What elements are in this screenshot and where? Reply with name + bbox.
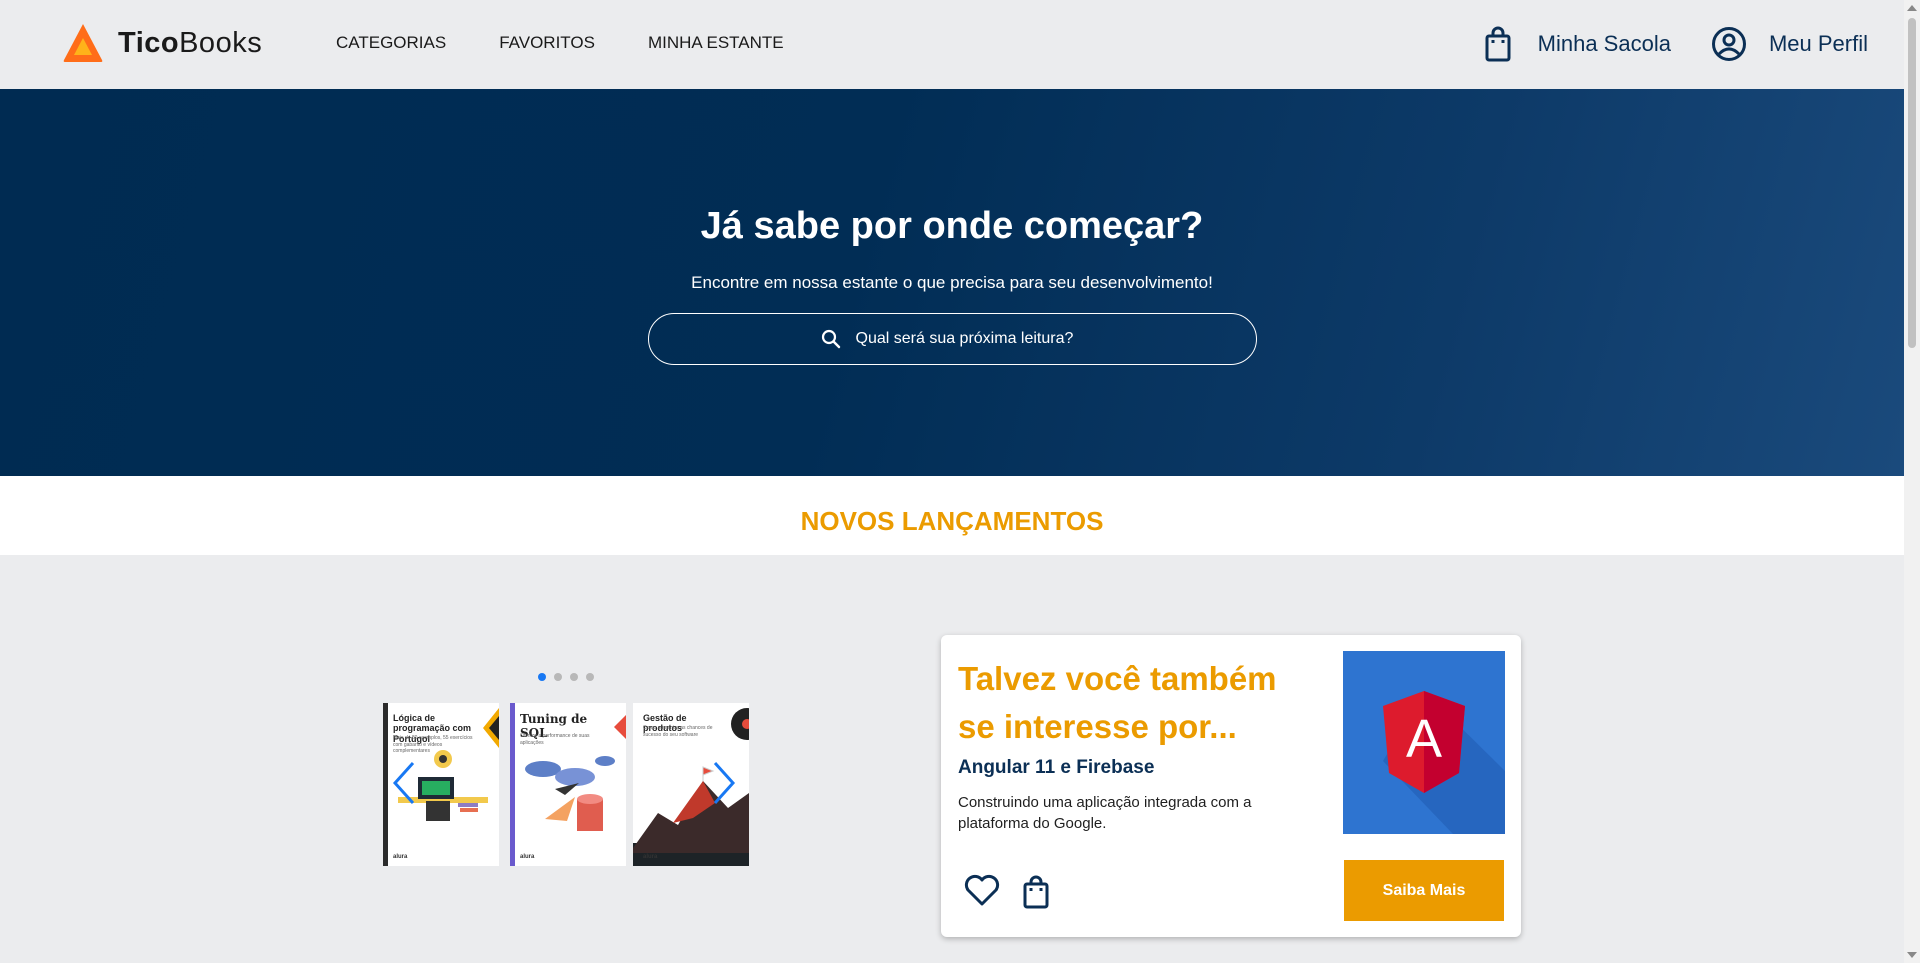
book-corner-decoration-icon xyxy=(483,708,499,748)
search-box[interactable] xyxy=(648,313,1257,365)
shopping-bag-icon xyxy=(1485,26,1511,62)
bag-label: Minha Sacola xyxy=(1537,31,1671,56)
book-corner-decoration-icon xyxy=(614,715,626,739)
book-publisher: alura xyxy=(520,854,535,860)
releases-band: NOVOS LANÇAMENTOS xyxy=(0,476,1904,555)
book-cover-tuning-sql[interactable]: Tuning de SQL Otimize a performance de s… xyxy=(510,703,626,866)
carousel-next-arrow-icon[interactable] xyxy=(711,760,737,806)
triangle-logo-icon xyxy=(63,24,103,62)
book-carousel: Lógica de programação com Portugol Mais … xyxy=(383,703,749,866)
hero-title: Já sabe por onde começar? xyxy=(700,205,1204,247)
book-subtitle: Otimize a performance de suas aplicações xyxy=(520,733,590,746)
angular-logo-letter: A xyxy=(1405,709,1443,769)
database-clouds-illustration-icon xyxy=(525,756,615,831)
nav-item-minha-estante[interactable]: MINHA ESTANTE xyxy=(648,33,784,53)
book-subtitle: Como aumentar as chances de sucesso do s… xyxy=(643,725,713,738)
carousel-dots xyxy=(538,673,594,681)
carousel-prev-arrow-icon[interactable] xyxy=(391,760,417,806)
bag-link[interactable]: Minha Sacola xyxy=(1478,24,1671,64)
vinyl-record-icon xyxy=(731,708,749,740)
suggestion-description: Construindo uma aplicação integrada com … xyxy=(958,794,1252,832)
book-publisher: alura xyxy=(393,854,408,860)
header: TicoBooks CATEGORIAS FAVORITOS MINHA EST… xyxy=(0,0,1904,89)
brand-name-rest: Books xyxy=(179,26,263,59)
suggestion-book-title: Angular 11 e Firebase xyxy=(958,757,1155,778)
angular-book-cover[interactable]: A xyxy=(1343,651,1505,834)
main-nav: CATEGORIAS FAVORITOS MINHA ESTANTE xyxy=(336,33,784,53)
carousel-dot-3[interactable] xyxy=(570,673,578,681)
brand-name-bold: Tico xyxy=(118,26,180,59)
book-publisher: alura xyxy=(643,854,658,860)
suggestion-heading: Talvez você também se interesse por... xyxy=(958,660,1277,745)
saiba-mais-button[interactable]: Saiba Mais xyxy=(1344,860,1504,921)
add-to-bag-icon[interactable] xyxy=(1021,875,1051,909)
carousel-dot-1[interactable] xyxy=(538,673,546,681)
search-input[interactable] xyxy=(855,330,1086,348)
page-scrollbar[interactable] xyxy=(1904,0,1920,963)
hero-banner: Já sabe por onde começar? Encontre em no… xyxy=(0,89,1904,476)
nav-item-categorias[interactable]: CATEGORIAS xyxy=(336,33,446,53)
profile-link[interactable]: Meu Perfil xyxy=(1709,24,1868,64)
releases-title: NOVOS LANÇAMENTOS xyxy=(800,506,1104,536)
carousel-dot-4[interactable] xyxy=(586,673,594,681)
nav-item-favoritos[interactable]: FAVORITOS xyxy=(499,33,595,53)
search-icon xyxy=(821,329,840,349)
logo[interactable]: TicoBooks xyxy=(62,22,262,64)
profile-label: Meu Perfil xyxy=(1768,31,1868,56)
user-circle-icon xyxy=(1711,27,1746,61)
scroll-down-arrow-icon[interactable] xyxy=(1907,952,1917,958)
header-actions: Minha Sacola Meu Perfil xyxy=(1478,24,1868,64)
brand-name: TicoBooks xyxy=(118,27,262,60)
heart-icon[interactable] xyxy=(963,872,1001,908)
scrollbar-thumb[interactable] xyxy=(1908,18,1916,348)
suggestion-card: Talvez você também se interesse por... A… xyxy=(941,635,1521,937)
scroll-up-arrow-icon[interactable] xyxy=(1907,5,1917,11)
carousel-dot-2[interactable] xyxy=(554,673,562,681)
hero-subtitle: Encontre em nossa estante o que precisa … xyxy=(691,273,1213,292)
